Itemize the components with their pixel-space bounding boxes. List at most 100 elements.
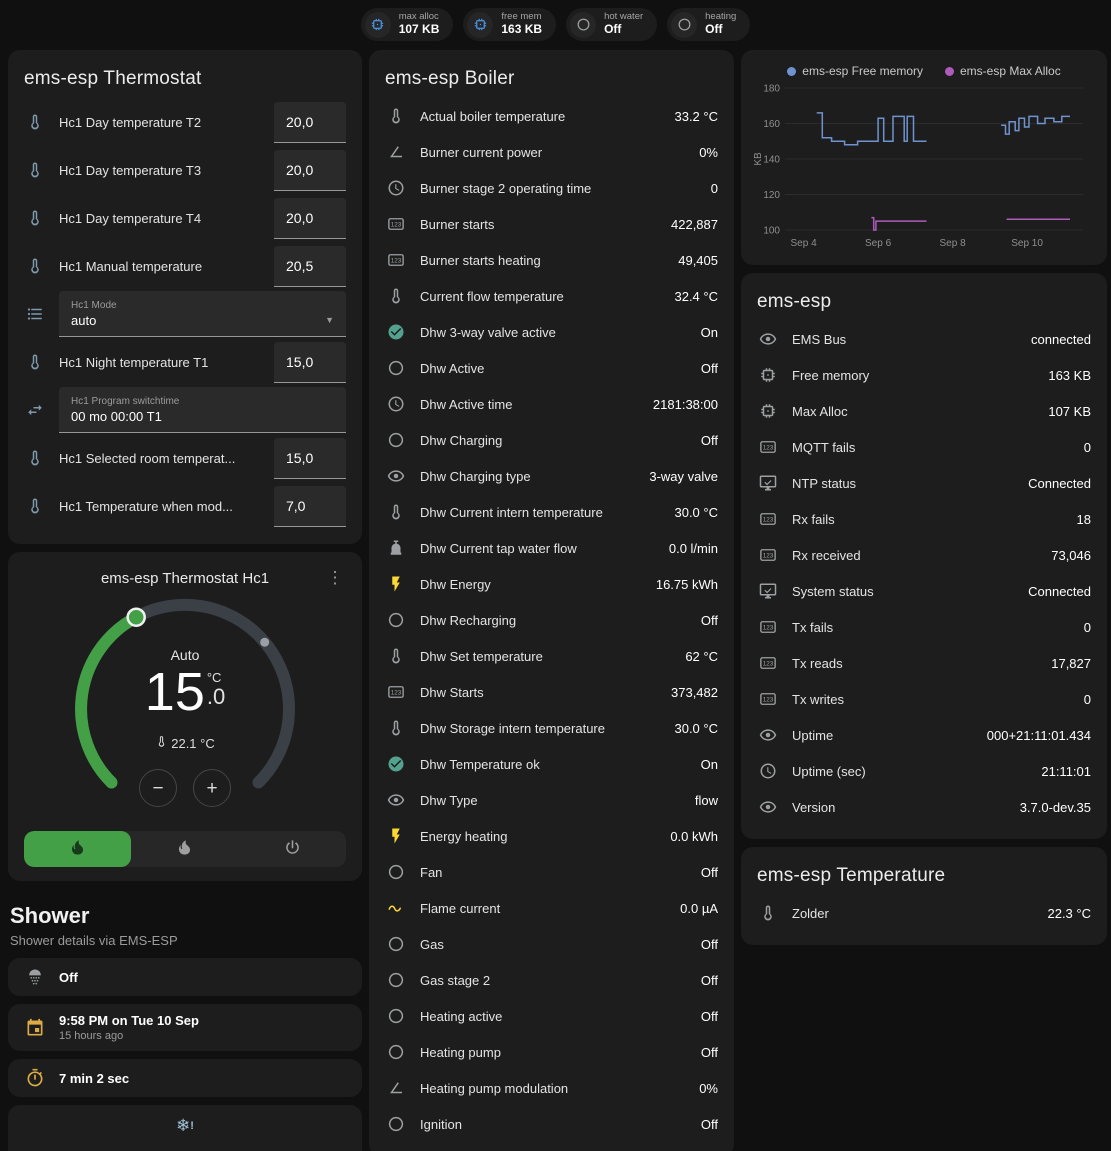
entity-row-hc1-mode[interactable]: Hc1 Modeauto▼ — [24, 290, 346, 338]
entity-row-dhw-active[interactable]: Dhw ActiveOff — [385, 350, 718, 386]
entity-row-dhw-type[interactable]: Dhw Typeflow — [385, 782, 718, 818]
circle-icon — [671, 12, 697, 38]
entity-value: Connected — [1028, 584, 1091, 599]
entity-row-tx-writes[interactable]: 123Tx writes0 — [757, 681, 1091, 717]
entity-row-dhw-recharging[interactable]: Dhw RechargingOff — [385, 602, 718, 638]
entity-row-heating-active[interactable]: Heating activeOff — [385, 998, 718, 1034]
entity-row-max-alloc[interactable]: Max Alloc107 KB — [757, 393, 1091, 429]
entity-row-uptime-sec[interactable]: Uptime (sec)21:11:01 — [757, 753, 1091, 789]
field-label: Hc1 Mode — [71, 300, 334, 311]
number-input-hc1-manual-temperature[interactable]: 20,5 — [274, 246, 346, 287]
text-input-hc1-program-switchtime[interactable]: Hc1 Program switchtime00 mo 00:00 T1 — [59, 387, 346, 433]
entity-name: Energy heating — [420, 829, 657, 844]
select-hc1-mode[interactable]: Hc1 Modeauto▼ — [59, 291, 346, 337]
entity-row-hc1-day-temperature-t3[interactable]: Hc1 Day temperature T320,0 — [24, 146, 346, 194]
entity-row-uptime[interactable]: Uptime000+21:11:01.434 — [757, 717, 1091, 753]
shower-card-shower-duration[interactable]: 7 min 2 sec — [8, 1059, 362, 1097]
entity-row-flame-current[interactable]: Flame current0.0 µA — [385, 890, 718, 926]
top-badge-bar: max alloc107 KB free mem163 KB hot waterOf… — [0, 0, 1111, 43]
entity-row-actual-boiler-temperature[interactable]: Actual boiler temperature33.2 °C — [385, 98, 718, 134]
badge-hot-water[interactable]: hot waterOff — [566, 8, 657, 41]
temp-increase-button[interactable]: + — [193, 769, 231, 807]
entity-name: Hc1 Manual temperature — [59, 259, 261, 274]
number-input-hc1-selected-room-temperat[interactable]: 15,0 — [274, 438, 346, 479]
entity-row-burner-starts[interactable]: 123Burner starts422,887 — [385, 206, 718, 242]
hvac-auto-button[interactable] — [24, 831, 131, 867]
entity-row-gas[interactable]: GasOff — [385, 926, 718, 962]
number-input-hc1-temperature-when-mod[interactable]: 7,0 — [274, 486, 346, 527]
entity-row-system-status[interactable]: System status Connected — [757, 573, 1091, 609]
climate-alert-card[interactable]: ❄! — [8, 1105, 362, 1151]
hvac-off-button[interactable] — [239, 831, 346, 867]
entity-row-hc1-temperature-when-mod[interactable]: Hc1 Temperature when mod...7,0 — [24, 482, 346, 530]
entity-row-gas-stage-2[interactable]: Gas stage 2Off — [385, 962, 718, 998]
badge-heating[interactable]: heatingOff — [667, 8, 750, 41]
entity-row-fan[interactable]: FanOff — [385, 854, 718, 890]
shower-card-last-shower[interactable]: 9:58 PM on Tue 10 Sep15 hours ago — [8, 1004, 362, 1051]
entity-row-heating-pump-modulation[interactable]: Heating pump modulation0% — [385, 1070, 718, 1106]
entity-row-current-flow-temperature[interactable]: Current flow temperature32.4 °C — [385, 278, 718, 314]
entity-name: Zolder — [792, 906, 1034, 921]
memory-icon — [757, 402, 779, 420]
entity-row-dhw-storage-intern-temperature[interactable]: Dhw Storage intern temperature30.0 °C — [385, 710, 718, 746]
entity-row-dhw-current-intern-temperature[interactable]: Dhw Current intern temperature30.0 °C — [385, 494, 718, 530]
entity-name: Hc1 Day temperature T4 — [59, 211, 261, 226]
shower-card-shower-state[interactable]: Off — [8, 958, 362, 996]
entity-row-rx-received[interactable]: 123Rx received73,046 — [757, 537, 1091, 573]
entity-row-dhw-energy[interactable]: Dhw Energy16.75 kWh — [385, 566, 718, 602]
number-input-hc1-day-temperature-t2[interactable]: 20,0 — [274, 102, 346, 143]
entity-row-hc1-night-temperature-t1[interactable]: Hc1 Night temperature T115,0 — [24, 338, 346, 386]
entity-row-burner-starts-heating[interactable]: 123Burner starts heating49,405 — [385, 242, 718, 278]
legend-item-max-alloc[interactable]: ems-esp Max Alloc — [945, 64, 1061, 78]
entity-row-free-memory[interactable]: Free memory163 KB — [757, 357, 1091, 393]
number-input-hc1-day-temperature-t4[interactable]: 20,0 — [274, 198, 346, 239]
entity-row-dhw-charging-type[interactable]: Dhw Charging type3-way valve — [385, 458, 718, 494]
entity-row-ntp-status[interactable]: NTP statusConnected — [757, 465, 1091, 501]
entity-row-dhw-set-temperature[interactable]: Dhw Set temperature62 °C — [385, 638, 718, 674]
entity-row-hc1-selected-room-temperat[interactable]: Hc1 Selected room temperat...15,0 — [24, 434, 346, 482]
entity-row-burner-current-power[interactable]: Burner current power0% — [385, 134, 718, 170]
entity-row-ems-bus[interactable]: EMS Busconnected — [757, 321, 1091, 357]
svg-text:123: 123 — [763, 697, 774, 704]
entity-value: 7 min 2 sec — [59, 1071, 129, 1086]
thermostat-dial[interactable]: Auto 15 °C .0 22.1 °C − + — [25, 591, 345, 823]
temp-decrease-button[interactable]: − — [139, 769, 177, 807]
entity-row-dhw-charging[interactable]: Dhw ChargingOff — [385, 422, 718, 458]
hvac-heat-button[interactable] — [131, 831, 238, 867]
entity-name: Dhw 3-way valve active — [420, 325, 688, 340]
badge-max-alloc[interactable]: max alloc107 KB — [361, 8, 454, 41]
entity-row-mqtt-fails[interactable]: 123MQTT fails0 — [757, 429, 1091, 465]
entity-row-dhw-temperature-ok[interactable]: Dhw Temperature okOn — [385, 746, 718, 782]
entity-row-version[interactable]: Version3.7.0-dev.35 — [757, 789, 1091, 825]
circle-icon — [385, 1115, 407, 1133]
entity-row-hc1-manual-temperature[interactable]: Hc1 Manual temperature 20,5 — [24, 242, 346, 290]
entity-row-tx-reads[interactable]: 123Tx reads17,827 — [757, 645, 1091, 681]
entity-name: Rx fails — [792, 512, 1064, 527]
entity-row-dhw-current-tap-water-flow[interactable]: Dhw Current tap water flow0.0 l/min — [385, 530, 718, 566]
svg-text:100: 100 — [763, 226, 780, 237]
entity-row-zolder[interactable]: Zolder22.3 °C — [757, 895, 1091, 931]
entity-row-ignition[interactable]: IgnitionOff — [385, 1106, 718, 1142]
entity-row-tx-fails[interactable]: 123Tx fails0 — [757, 609, 1091, 645]
number-input-hc1-night-temperature-t1[interactable]: 15,0 — [274, 342, 346, 383]
number-input-hc1-day-temperature-t3[interactable]: 20,0 — [274, 150, 346, 191]
more-menu-button[interactable]: ⋮ — [324, 568, 346, 588]
entity-row-dhw-3-way-valve-active[interactable]: Dhw 3-way valve activeOn — [385, 314, 718, 350]
entity-row-dhw-active-time[interactable]: Dhw Active time2181:38:00 — [385, 386, 718, 422]
badge-free-mem[interactable]: free mem163 KB — [463, 8, 556, 41]
entity-row-energy-heating[interactable]: Energy heating0.0 kWh — [385, 818, 718, 854]
entity-row-hc1-day-temperature-t2[interactable]: Hc1 Day temperature T220,0 — [24, 98, 346, 146]
entity-name: System status — [792, 584, 1015, 599]
shower-cards: Off 9:58 PM on Tue 10 Sep15 hours ago 7 mi… — [8, 958, 362, 1097]
counter-icon: 123 — [757, 546, 779, 564]
entity-row-hc1-day-temperature-t4[interactable]: Hc1 Day temperature T4 20,0 — [24, 194, 346, 242]
entity-row-burner-stage-2-operating-time[interactable]: Burner stage 2 operating time0 — [385, 170, 718, 206]
temperature-card: ems-esp Temperature Zolder22.3 °C — [741, 847, 1107, 945]
circle-icon — [385, 1007, 407, 1025]
entity-row-dhw-starts[interactable]: 123Dhw Starts373,482 — [385, 674, 718, 710]
entity-row-heating-pump[interactable]: Heating pumpOff — [385, 1034, 718, 1070]
entity-row-hc1-program-switchtime[interactable]: Hc1 Program switchtime00 mo 00:00 T1 — [24, 386, 346, 434]
svg-text:123: 123 — [391, 258, 402, 265]
entity-row-rx-fails[interactable]: 123Rx fails18 — [757, 501, 1091, 537]
legend-item-free-memory[interactable]: ems-esp Free memory — [787, 64, 923, 78]
